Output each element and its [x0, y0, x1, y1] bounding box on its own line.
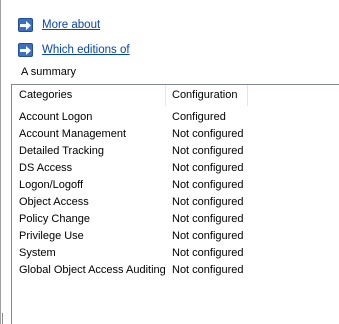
- which-editions-link[interactable]: Which editions of: [42, 44, 130, 56]
- more-about-link[interactable]: More about: [42, 19, 100, 31]
- category-cell: Detailed Tracking: [19, 145, 104, 157]
- summary-label: A summary: [21, 66, 77, 78]
- configuration-cell: Not configured: [172, 196, 244, 208]
- configuration-cell: Configured: [172, 111, 226, 123]
- list-header: Categories Configuration: [12, 85, 248, 106]
- column-header-categories[interactable]: Categories: [12, 85, 166, 106]
- category-cell: Logon/Logoff: [19, 179, 84, 191]
- more-about-link-row[interactable]: More about: [18, 17, 100, 33]
- configuration-cell: Not configured: [172, 162, 244, 174]
- category-cell: Account Management: [19, 128, 127, 140]
- left-border-tick: [2, 313, 3, 324]
- table-row[interactable]: System Not configured: [12, 245, 266, 262]
- table-row[interactable]: Policy Change Not configured: [12, 211, 266, 228]
- category-cell: System: [19, 247, 56, 259]
- table-row[interactable]: Privilege Use Not configured: [12, 228, 266, 245]
- category-cell: Object Access: [19, 196, 89, 208]
- category-cell: Account Logon: [19, 111, 93, 123]
- category-cell: Privilege Use: [19, 230, 84, 242]
- configuration-cell: Not configured: [172, 247, 244, 259]
- column-header-configuration[interactable]: Configuration: [166, 85, 248, 106]
- arrow-right-icon[interactable]: [18, 43, 33, 57]
- list-rows: Account Logon Configured Account Managemen…: [12, 109, 266, 279]
- left-border: [0, 0, 1, 324]
- table-row[interactable]: Global Object Access Auditing Not configu…: [12, 262, 266, 279]
- category-cell: DS Access: [19, 162, 73, 174]
- category-cell: Policy Change: [19, 213, 90, 225]
- audit-policy-panel: More about Which editions of A summary C…: [0, 0, 339, 324]
- configuration-cell: Not configured: [172, 230, 244, 242]
- table-row[interactable]: Logon/Logoff Not configured: [12, 177, 266, 194]
- configuration-cell: Not configured: [172, 145, 244, 157]
- table-row[interactable]: Object Access Not configured: [12, 194, 266, 211]
- configuration-cell: Not configured: [172, 264, 244, 276]
- configuration-cell: Not configured: [172, 179, 244, 191]
- table-row[interactable]: Detailed Tracking Not configured: [12, 143, 266, 160]
- configuration-cell: Not configured: [172, 128, 244, 140]
- table-row[interactable]: Account Management Not configured: [12, 126, 266, 143]
- arrow-right-icon[interactable]: [18, 18, 33, 32]
- which-editions-link-row[interactable]: Which editions of: [18, 42, 130, 58]
- configuration-cell: Not configured: [172, 213, 244, 225]
- categories-list-view[interactable]: Categories Configuration Account Logon Co…: [11, 84, 339, 324]
- category-cell: Global Object Access Auditing: [19, 264, 166, 276]
- table-row[interactable]: Account Logon Configured: [12, 109, 266, 126]
- table-row[interactable]: DS Access Not configured: [12, 160, 266, 177]
